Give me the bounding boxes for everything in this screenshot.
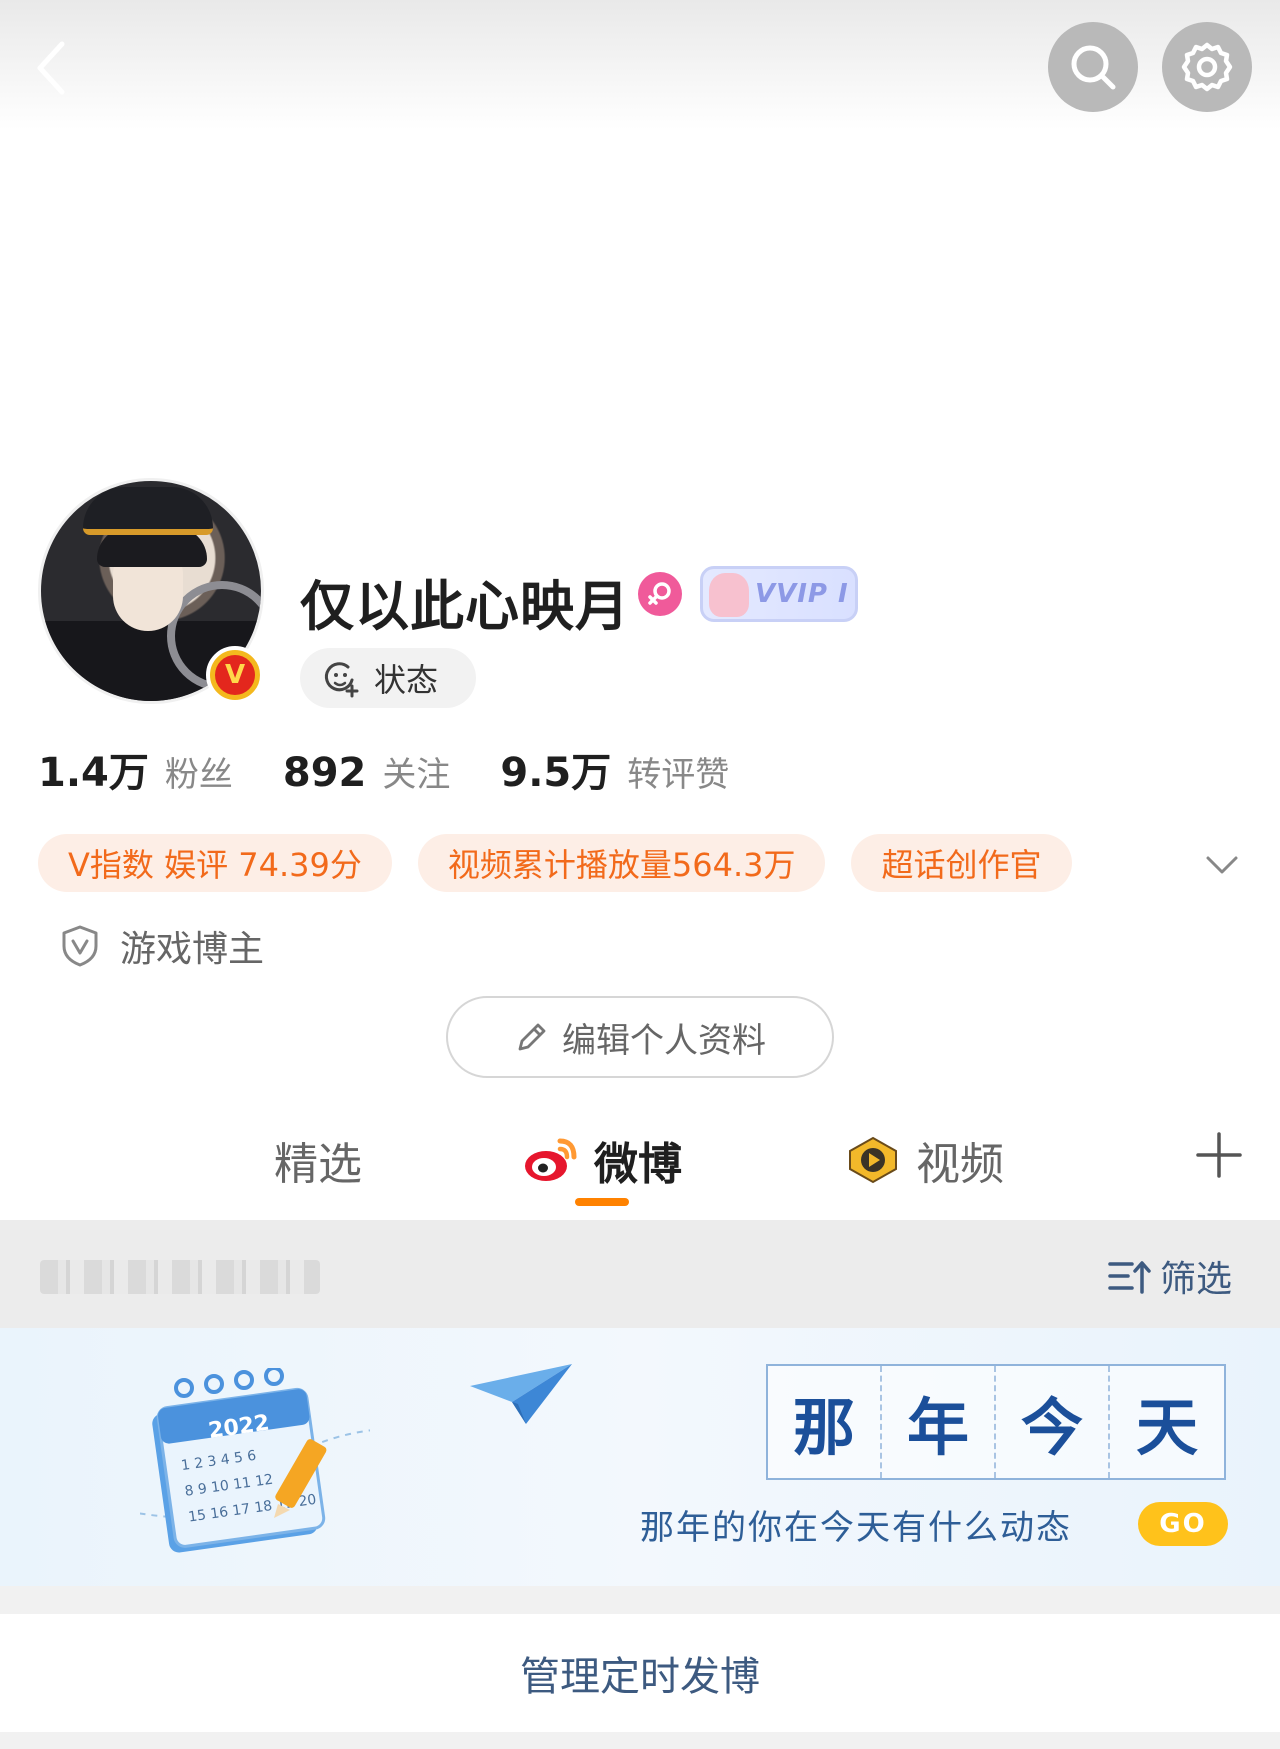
emoji-add-icon <box>324 662 359 698</box>
expand-tags-button[interactable] <box>1200 842 1244 886</box>
filter-bar: 筛选 <box>0 1220 1280 1328</box>
stat-following[interactable]: 892 关注 <box>283 747 451 796</box>
pencil-icon <box>518 1023 546 1051</box>
paper-plane-icon <box>470 1364 572 1424</box>
category-label: 游戏博主 <box>120 929 265 970</box>
on-this-day-banner[interactable]: 2022 1 2 3 4 5 6 8 9 10 11 12 15 16 17 1… <box>0 1328 1280 1586</box>
search-button[interactable] <box>1048 22 1138 112</box>
filter-button[interactable]: 筛选 <box>1106 1250 1232 1302</box>
tag-supertopic[interactable]: 超话创作官 <box>851 834 1072 892</box>
filter-sort-icon <box>1108 1261 1151 1294</box>
blurred-text <box>40 1260 320 1294</box>
divider <box>0 1732 1280 1749</box>
tab-video[interactable]: 视频 <box>844 1128 1004 1192</box>
gear-icon <box>1181 42 1233 92</box>
tab-weibo[interactable]: 微博 <box>522 1128 682 1192</box>
plus-icon <box>1196 1132 1242 1178</box>
top-bar <box>0 0 1280 130</box>
banner-title: 那 年 今 天 <box>766 1364 1226 1480</box>
calendar-icon: 2022 1 2 3 4 5 6 8 9 10 11 12 15 16 17 1… <box>140 1368 370 1553</box>
add-tab-button[interactable] <box>1194 1130 1244 1180</box>
weibo-logo-icon <box>525 1138 577 1181</box>
stat-followers[interactable]: 1.4万 粉丝 <box>38 740 233 798</box>
divider <box>0 1586 1280 1614</box>
tab-bar: 精选 微博 视频 <box>0 1110 1280 1220</box>
pig-mascot-icon <box>709 573 749 617</box>
active-tab-indicator <box>575 1198 629 1206</box>
female-icon <box>638 572 682 616</box>
edit-profile-label: 编辑个人资料 <box>562 1020 766 1061</box>
tag-row: V指数 娱评 74.39分 视频累计播放量564.3万 超话创作官 <box>38 834 1072 892</box>
verified-badge-icon: V <box>206 646 264 704</box>
tab-featured[interactable]: 精选 <box>274 1128 362 1192</box>
back-button[interactable] <box>30 38 74 98</box>
status-label: 状态 <box>374 661 439 699</box>
chevron-down-icon <box>1206 856 1238 874</box>
username: 仅以此心映月 <box>300 575 630 638</box>
status-button[interactable]: 状态 <box>300 648 476 708</box>
stat-interactions[interactable]: 9.5万 转评赞 <box>500 740 729 798</box>
manage-scheduled-posts-label: 管理定时发博 <box>520 1654 760 1700</box>
stats-row: 1.4万 粉丝 892 关注 9.5万 转评赞 <box>38 740 779 798</box>
chevron-left-icon <box>37 41 65 95</box>
edit-profile-button[interactable]: 编辑个人资料 <box>446 996 834 1078</box>
manage-scheduled-posts-button[interactable]: 管理定时发博 <box>0 1614 1280 1732</box>
vvip-badge[interactable]: VVIP I <box>700 566 858 622</box>
search-icon <box>1071 45 1116 90</box>
video-play-icon <box>849 1136 897 1184</box>
tag-video-plays[interactable]: 视频累计播放量564.3万 <box>417 834 826 892</box>
tag-v-index[interactable]: V指数 娱评 74.39分 <box>38 834 392 892</box>
shield-v-icon <box>62 925 98 967</box>
go-button[interactable]: GO <box>1138 1502 1228 1546</box>
category-row[interactable]: 游戏博主 <box>60 920 264 972</box>
banner-subtitle: 那年的你在今天有什么动态 <box>640 1508 1072 1548</box>
settings-button[interactable] <box>1162 22 1252 112</box>
